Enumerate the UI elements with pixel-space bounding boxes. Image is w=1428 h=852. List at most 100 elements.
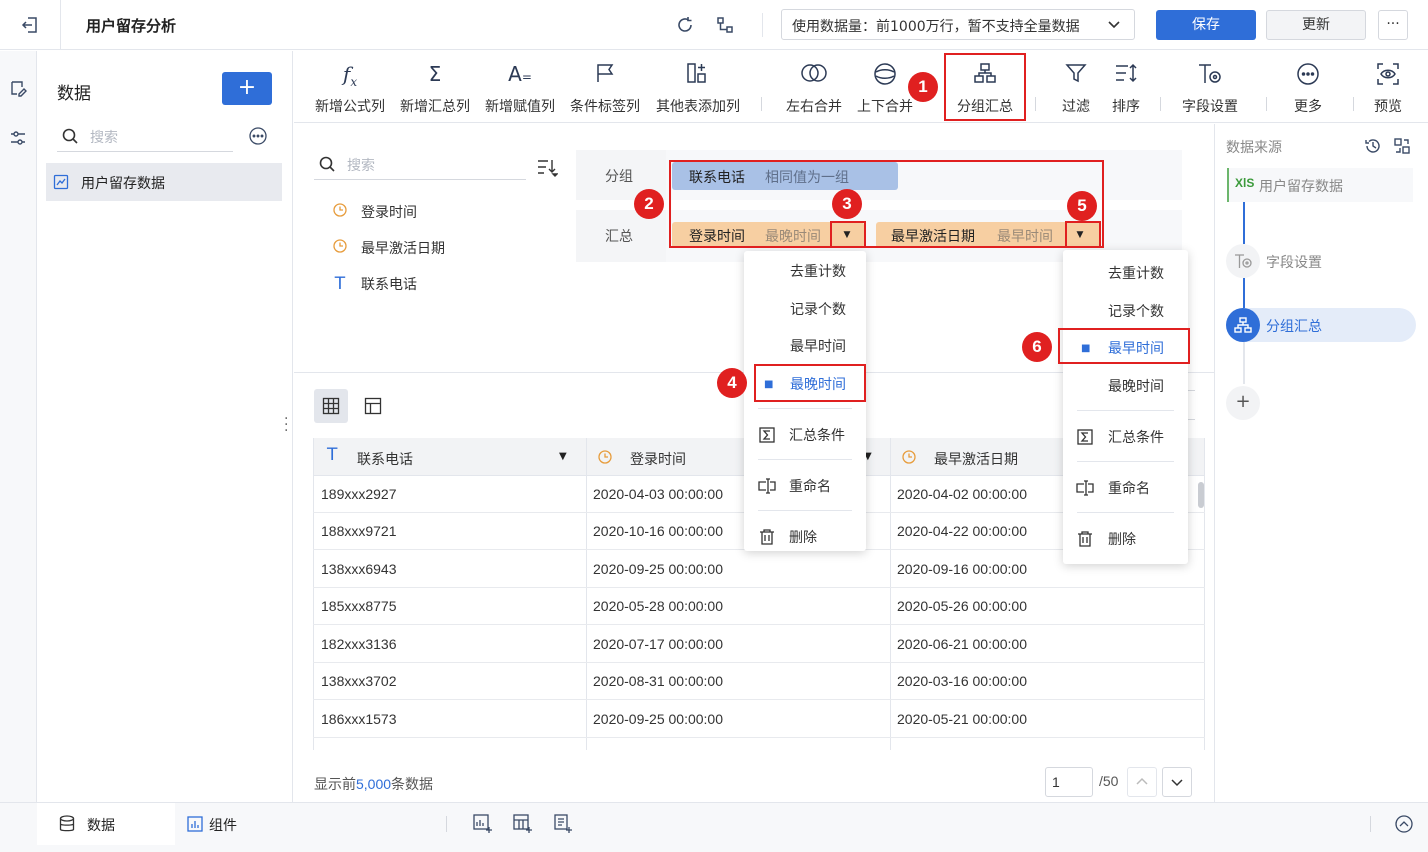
vertical-scrollbar[interactable] xyxy=(1198,482,1204,508)
toolbar-label: 更多 xyxy=(1294,99,1322,115)
menu-action-rename[interactable]: 重命名 xyxy=(744,468,866,504)
toolbar-divider xyxy=(1160,97,1161,111)
menu-action-delete[interactable]: 删除 xyxy=(1063,521,1188,557)
field-item-phone[interactable]: T 联系电话 xyxy=(330,272,417,296)
rename-icon xyxy=(758,477,776,495)
step-source[interactable]: XlS 用户留存数据 xyxy=(1227,168,1413,202)
toolbar-field-settings[interactable]: 字段设置 xyxy=(1176,51,1244,123)
exit-icon[interactable] xyxy=(18,13,42,37)
menu-divider xyxy=(1077,461,1174,462)
field-item-login-time[interactable]: 登录时间 xyxy=(330,200,417,224)
field-list: 登录时间 最早激活日期 T 联系电话 xyxy=(300,200,560,300)
table-cell: 186xxx1573 xyxy=(321,711,397,727)
lineage-icon[interactable] xyxy=(714,14,736,36)
field-settings-icon xyxy=(1226,244,1260,278)
menu-option[interactable]: 记录个数 xyxy=(1063,293,1188,329)
grid-view-icon[interactable] xyxy=(314,389,348,423)
menu-action-delete[interactable]: 删除 xyxy=(744,519,866,555)
table-cell: 189xxx2927 xyxy=(321,486,397,502)
dataset-item[interactable]: 用户留存数据 xyxy=(46,163,282,201)
refresh-icon[interactable] xyxy=(674,14,696,36)
field-search[interactable]: 搜索 xyxy=(314,150,526,180)
more-button[interactable]: ··· xyxy=(1378,10,1408,40)
collapse-up-icon[interactable] xyxy=(1393,813,1415,835)
menu-option[interactable]: 去重计数 xyxy=(744,253,866,289)
save-button[interactable]: 保存 xyxy=(1156,10,1256,40)
tab-component[interactable]: 组件 xyxy=(175,803,295,845)
step-field-settings[interactable]: 字段设置 xyxy=(1226,244,1416,278)
table-cell: 2020-05-28 00:00:00 xyxy=(593,598,723,614)
data-panel: 数据 + 搜索 用户留存数据 · · · xyxy=(37,51,293,802)
toolbar-divider xyxy=(1266,97,1267,111)
menu-action-rename[interactable]: 重命名 xyxy=(1063,470,1188,506)
page-up-button[interactable] xyxy=(1127,767,1157,797)
tab-data[interactable]: 数据 xyxy=(37,803,175,845)
toolbar-add-assign[interactable]: A= 新增赋值列 xyxy=(482,51,558,123)
data-volume-text: 使用数据量：前1000万行，暂不支持全量数据 xyxy=(792,19,1080,35)
toolbar-sort[interactable]: 排序 xyxy=(1106,51,1146,123)
data-edit-icon[interactable] xyxy=(7,77,29,99)
table-row-partial xyxy=(314,738,1204,750)
add-column-icon xyxy=(686,62,710,89)
menu-action-summary-condition[interactable]: 汇总条件 xyxy=(744,417,866,453)
step-badge: 4 xyxy=(717,368,747,398)
update-button[interactable]: 更新 xyxy=(1266,10,1366,40)
toolbar-add-formula[interactable]: fx 新增公式列 xyxy=(312,51,388,123)
toolbar-add-from-table[interactable]: 其他表添加列 xyxy=(652,51,744,123)
menu-option-label: 记录个数 xyxy=(1108,304,1164,320)
menu-option[interactable]: 最早时间 xyxy=(744,328,866,364)
steps-panel: 数据来源 XlS 用户留存数据 字段设置 分组汇总 + xyxy=(1214,124,1428,802)
toolbar-preview[interactable]: 预览 xyxy=(1364,51,1412,123)
highlight-config-area xyxy=(669,160,1104,248)
table-cell: 2020-09-25 00:00:00 xyxy=(593,711,723,727)
more-circle-icon[interactable] xyxy=(247,125,269,147)
page-down-button[interactable] xyxy=(1162,767,1192,797)
add-chart-icon[interactable] xyxy=(472,813,494,835)
menu-action-label: 汇总条件 xyxy=(1108,430,1164,446)
highlight-left-caret xyxy=(830,221,866,248)
toolbar-more[interactable]: 更多 xyxy=(1280,51,1336,123)
toolbar-label: 新增汇总列 xyxy=(400,99,470,115)
swap-icon[interactable] xyxy=(1391,135,1413,157)
table-row[interactable]: 186xxx1573 2020-09-25 00:00:00 2020-05-21 … xyxy=(313,701,1205,738)
table-cell: 2020-03-16 00:00:00 xyxy=(897,673,1027,689)
menu-action-summary-condition[interactable]: 汇总条件 xyxy=(1063,419,1188,455)
search-icon xyxy=(61,127,79,145)
page-input[interactable]: 1 xyxy=(1045,767,1093,797)
toolbar-add-summary[interactable]: Σ 新增汇总列 xyxy=(397,51,473,123)
sigma-box-icon xyxy=(1076,428,1094,446)
toolbar-condition-tag[interactable]: 条件标签列 xyxy=(567,51,643,123)
settings-sliders-icon[interactable] xyxy=(7,127,29,149)
step-group-summary[interactable]: 分组汇总 xyxy=(1226,308,1416,342)
bottom-bar: 数据 组件 xyxy=(0,802,1428,852)
step-connector xyxy=(1243,202,1245,244)
history-icon[interactable] xyxy=(1362,135,1384,157)
toolbar-filter[interactable]: 过滤 xyxy=(1056,51,1096,123)
toolbar-divider xyxy=(1035,97,1036,111)
table-row[interactable]: 182xxx3136 2020-07-17 00:00:00 2020-06-21 … xyxy=(313,626,1205,663)
data-volume-select[interactable]: 使用数据量：前1000万行，暂不支持全量数据 xyxy=(781,9,1135,40)
collapse-handle[interactable]: · · · xyxy=(284,412,288,438)
highlight-group-summary-tool xyxy=(944,53,1026,121)
add-step-button[interactable]: + xyxy=(1226,386,1260,420)
menu-option[interactable]: 去重计数 xyxy=(1063,255,1188,291)
add-dataset-button[interactable]: + xyxy=(222,72,272,105)
dataset-search[interactable]: 搜索 xyxy=(57,123,233,152)
merge-lr-icon xyxy=(800,62,828,89)
layout-view-icon[interactable] xyxy=(356,389,390,423)
row-count-value: 5,000 xyxy=(356,776,392,792)
toolbar-merge-left-right[interactable]: 左右合并 xyxy=(778,51,850,123)
field-item-first-activate-date[interactable]: 最早激活日期 xyxy=(330,236,445,260)
menu-option[interactable]: 最晚时间 xyxy=(1063,368,1188,404)
field-label: 最早激活日期 xyxy=(361,241,445,257)
table-row[interactable]: 138xxx3702 2020-08-31 00:00:00 2020-03-16 … xyxy=(313,663,1205,700)
menu-option[interactable]: 记录个数 xyxy=(744,291,866,327)
sort-fields-icon[interactable] xyxy=(534,156,560,180)
add-table-icon[interactable] xyxy=(512,813,534,835)
add-text-icon[interactable] xyxy=(552,813,574,835)
step-badge: 1 xyxy=(908,72,938,102)
rename-icon xyxy=(1076,479,1094,497)
table-cell: 182xxx3136 xyxy=(321,636,397,652)
table-row[interactable]: 185xxx8775 2020-05-28 00:00:00 2020-05-26 … xyxy=(313,588,1205,625)
table-cell: 2020-04-02 00:00:00 xyxy=(897,486,1027,502)
